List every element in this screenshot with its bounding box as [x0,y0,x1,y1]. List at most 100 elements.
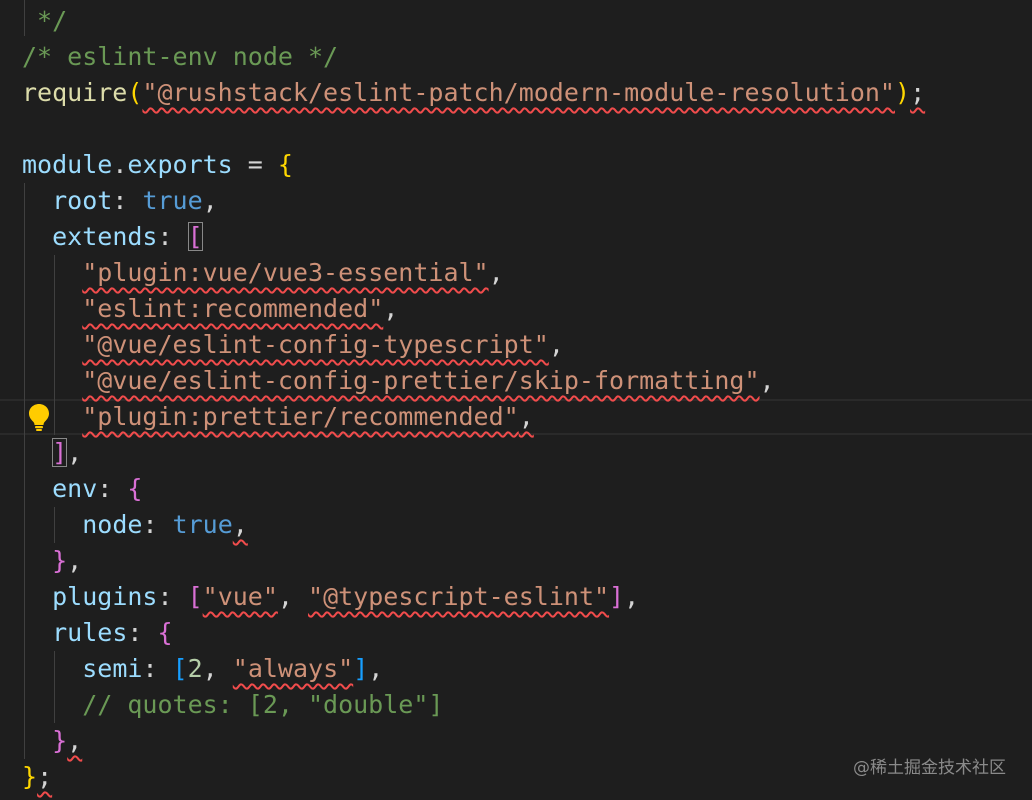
code-token: "always" [232,654,354,683]
code-token: , [67,546,83,575]
code-token: , [548,330,564,359]
code-token: , [759,366,775,395]
code-line[interactable]: "eslint:recommended", [0,291,1032,327]
code-token: exports [127,150,233,179]
code-token: // quotes: [2, "double"] [22,690,444,719]
code-line-text: "eslint:recommended", [22,291,398,327]
code-token: "eslint:recommended" [82,294,384,323]
code-line[interactable]: "@vue/eslint-config-typescript", [0,327,1032,363]
lightbulb-icon[interactable] [26,402,52,432]
code-token: [ [172,654,188,683]
code-token: : [127,618,158,647]
code-token: module [22,150,113,179]
code-token: true [142,186,203,215]
code-line[interactable]: }, [0,543,1032,579]
code-token: , [67,726,83,755]
code-token: { [157,618,173,647]
code-token: extends [52,222,158,251]
code-line[interactable]: /* eslint-env node */ [0,39,1032,75]
code-token: "plugin:vue/vue3-essential" [82,258,489,287]
code-line[interactable]: semi: [2, "always"], [0,651,1032,687]
code-token: = [232,150,278,179]
code-token: } [22,762,38,791]
code-token: true [172,510,233,539]
code-token: , [277,582,309,611]
code-line-text: "plugin:prettier/recommended", [22,399,534,435]
code-line-text: // quotes: [2, "double"] [22,687,443,723]
code-line[interactable]: rules: { [0,615,1032,651]
code-editor[interactable]: */ /* eslint-env node */ require("@rushsta… [0,0,1032,800]
code-token: ( [127,78,143,107]
code-token: require [22,78,128,107]
code-token: "@typescript-eslint" [308,582,610,611]
code-token: /* eslint-env node */ [22,42,339,71]
code-token: : [112,186,143,215]
code-token: : [97,474,128,503]
code-line[interactable]: */ [0,3,1032,39]
code-line[interactable]: ], [0,435,1032,471]
code-token: "@vue/eslint-config-typescript" [82,330,549,359]
code-token: ; [910,78,926,107]
code-token: "vue" [202,582,278,611]
code-line-text: }, [22,543,82,579]
code-token: ) [895,78,911,107]
code-token: , [383,294,399,323]
code-line-text: ], [22,435,82,471]
code-line-text: "@vue/eslint-config-prettier/skip-format… [22,363,775,399]
code-token: : [157,582,188,611]
code-line[interactable]: "@vue/eslint-config-prettier/skip-format… [0,363,1032,399]
code-token: , [368,654,384,683]
code-line[interactable]: // quotes: [2, "double"] [0,687,1032,723]
code-token: root [52,186,113,215]
code-line-text: "plugin:vue/vue3-essential", [22,255,503,291]
code-line-text: }; [22,759,52,795]
code-line[interactable]: require("@rushstack/eslint-patch/modern-… [0,75,1032,111]
code-token: 2 [187,654,203,683]
code-line[interactable]: env: { [0,471,1032,507]
code-line[interactable]: root: true, [0,183,1032,219]
code-line-text: require("@rushstack/eslint-patch/modern-… [22,75,925,111]
code-token: ] [353,654,369,683]
code-line-text: root: true, [22,183,218,219]
code-token: , [518,402,534,431]
code-line[interactable]: module.exports = { [0,147,1032,183]
code-token: "@vue/eslint-config-prettier/skip-format… [82,366,760,395]
code-token: : [142,510,173,539]
code-token: } [52,726,68,755]
code-token: , [202,186,218,215]
code-token: { [277,150,293,179]
code-line-text: /* eslint-env node */ [22,39,338,75]
code-line[interactable]: "plugin:prettier/recommended", [0,399,1032,435]
code-token: plugins [52,582,158,611]
code-line-text: extends: [ [22,219,203,255]
code-line[interactable]: plugins: ["vue", "@typescript-eslint"], [0,579,1032,615]
code-line-text: */ [22,3,67,39]
code-token: ] [609,582,625,611]
code-token: "plugin:prettier/recommended" [82,402,519,431]
code-line-text: env: { [22,471,142,507]
code-token: : [142,654,173,683]
code-token: [ [187,582,203,611]
code-line-text: module.exports = { [22,147,293,183]
code-token: : [157,222,188,251]
code-line-text: }, [22,723,82,759]
code-token: , [232,510,248,539]
code-line[interactable]: node: true, [0,507,1032,543]
code-line[interactable]: "plugin:vue/vue3-essential", [0,255,1032,291]
code-line-text: semi: [2, "always"], [22,651,383,687]
code-line[interactable]: extends: [ [0,219,1032,255]
code-token: node [82,510,143,539]
code-token: ] [52,438,68,467]
code-token: { [127,474,143,503]
code-token: } [52,546,68,575]
code-line[interactable] [0,111,1032,147]
